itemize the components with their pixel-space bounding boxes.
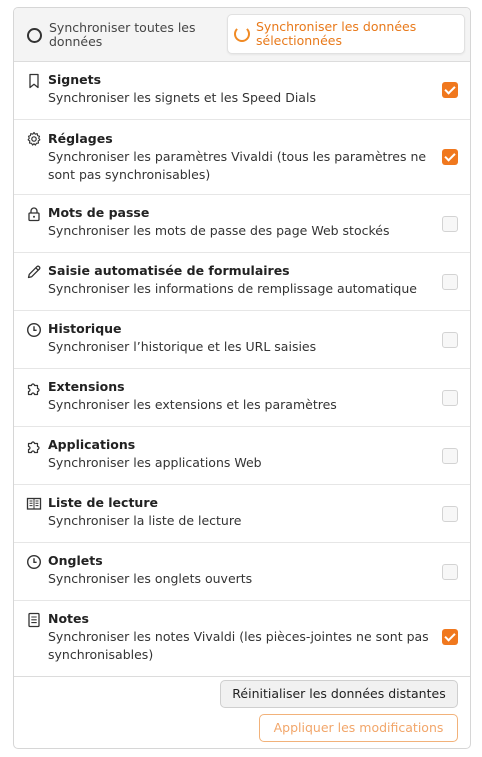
bookmark-icon: [29, 73, 39, 89]
sync-selected-label: Synchroniser les données sélectionnées: [256, 19, 417, 48]
sync-item-applications[interactable]: Applications Synchroniser les applicatio…: [14, 427, 470, 485]
extensions-checkbox[interactable]: [442, 390, 458, 406]
item-title: Applications: [48, 437, 136, 452]
pencil-icon: [27, 265, 41, 279]
item-title: Notes: [48, 611, 89, 626]
item-title: Liste de lecture: [48, 495, 158, 510]
sync-item-onglets[interactable]: Onglets Synchroniser les onglets ouverts: [14, 543, 470, 601]
book-icon: [26, 497, 42, 510]
loading-spinner-icon: [234, 26, 250, 42]
item-description: Synchroniser l’historique et les URL sai…: [48, 339, 317, 354]
sync-item-notes[interactable]: Notes Synchroniser les notes Vivaldi (le…: [14, 601, 470, 677]
notes-checkbox[interactable]: [442, 629, 458, 645]
reglages-checkbox[interactable]: [442, 149, 458, 165]
sync-item-signets[interactable]: Signets Synchroniser les signets et les …: [14, 62, 470, 120]
item-description: Synchroniser les extensions et les param…: [48, 397, 337, 412]
item-title: Saisie automatisée de formulaires: [48, 263, 290, 278]
item-description: Synchroniser les informations de remplis…: [48, 281, 417, 296]
sync-all-label: Synchroniser toutes les données: [49, 20, 196, 49]
mots-de-passe-checkbox[interactable]: [442, 216, 458, 232]
footer-actions: Réinitialiser les données distantes Appl…: [14, 674, 470, 748]
saisie-automatisee-checkbox[interactable]: [442, 274, 458, 290]
item-description: Synchroniser les notes Vivaldi (les pièc…: [48, 629, 429, 662]
sync-all-option[interactable]: Synchroniser toutes les données: [27, 20, 227, 50]
puzzle-icon: [27, 383, 40, 396]
sync-selected-option[interactable]: Synchroniser les données sélectionnées: [227, 14, 465, 54]
radio-unselected-icon: [27, 27, 42, 43]
liste-de-lecture-checkbox[interactable]: [442, 506, 458, 522]
gear-icon: [27, 131, 41, 146]
historique-checkbox[interactable]: [442, 332, 458, 348]
item-title: Mots de passe: [48, 205, 150, 220]
sync-item-historique[interactable]: Historique Synchroniser l’historique et …: [14, 311, 470, 369]
sync-item-saisie-automatisee[interactable]: Saisie automatisée de formulaires Synchr…: [14, 253, 470, 311]
sync-item-mots-de-passe[interactable]: Mots de passe Synchroniser les mots de p…: [14, 195, 470, 253]
puzzle-icon: [27, 441, 40, 454]
item-title: Historique: [48, 321, 122, 336]
item-description: Synchroniser les signets et les Speed Di…: [48, 90, 316, 105]
sync-item-extensions[interactable]: Extensions Synchroniser les extensions e…: [14, 369, 470, 427]
applications-checkbox[interactable]: [442, 448, 458, 464]
lock-icon: [28, 207, 40, 222]
sync-items-list: Signets Synchroniser les signets et les …: [14, 62, 470, 677]
item-title: Onglets: [48, 553, 103, 568]
reset-remote-data-button[interactable]: Réinitialiser les données distantes: [220, 680, 458, 708]
item-title: Réglages: [48, 131, 113, 146]
item-description: Synchroniser les onglets ouverts: [48, 571, 253, 586]
clock-icon: [26, 554, 42, 570]
sync-settings-panel: Synchroniser toutes les données Synchron…: [13, 7, 471, 749]
sync-mode-selector: Synchroniser toutes les données Synchron…: [14, 8, 470, 62]
item-title: Signets: [48, 72, 102, 87]
item-description: Synchroniser les applications Web: [48, 455, 262, 470]
apply-changes-button[interactable]: Appliquer les modifications: [259, 714, 458, 742]
item-description: Synchroniser les mots de passe des page …: [48, 223, 390, 238]
notes-icon: [28, 612, 40, 628]
onglets-checkbox[interactable]: [442, 564, 458, 580]
item-description: Synchroniser les paramètres Vivaldi (tou…: [48, 149, 427, 182]
item-title: Extensions: [48, 379, 125, 394]
clock-icon: [26, 322, 42, 338]
signets-checkbox[interactable]: [442, 82, 458, 98]
sync-item-liste-de-lecture[interactable]: Liste de lecture Synchroniser la liste d…: [14, 485, 470, 543]
item-description: Synchroniser la liste de lecture: [48, 513, 242, 528]
sync-item-reglages[interactable]: Réglages Synchroniser les paramètres Viv…: [14, 120, 470, 195]
